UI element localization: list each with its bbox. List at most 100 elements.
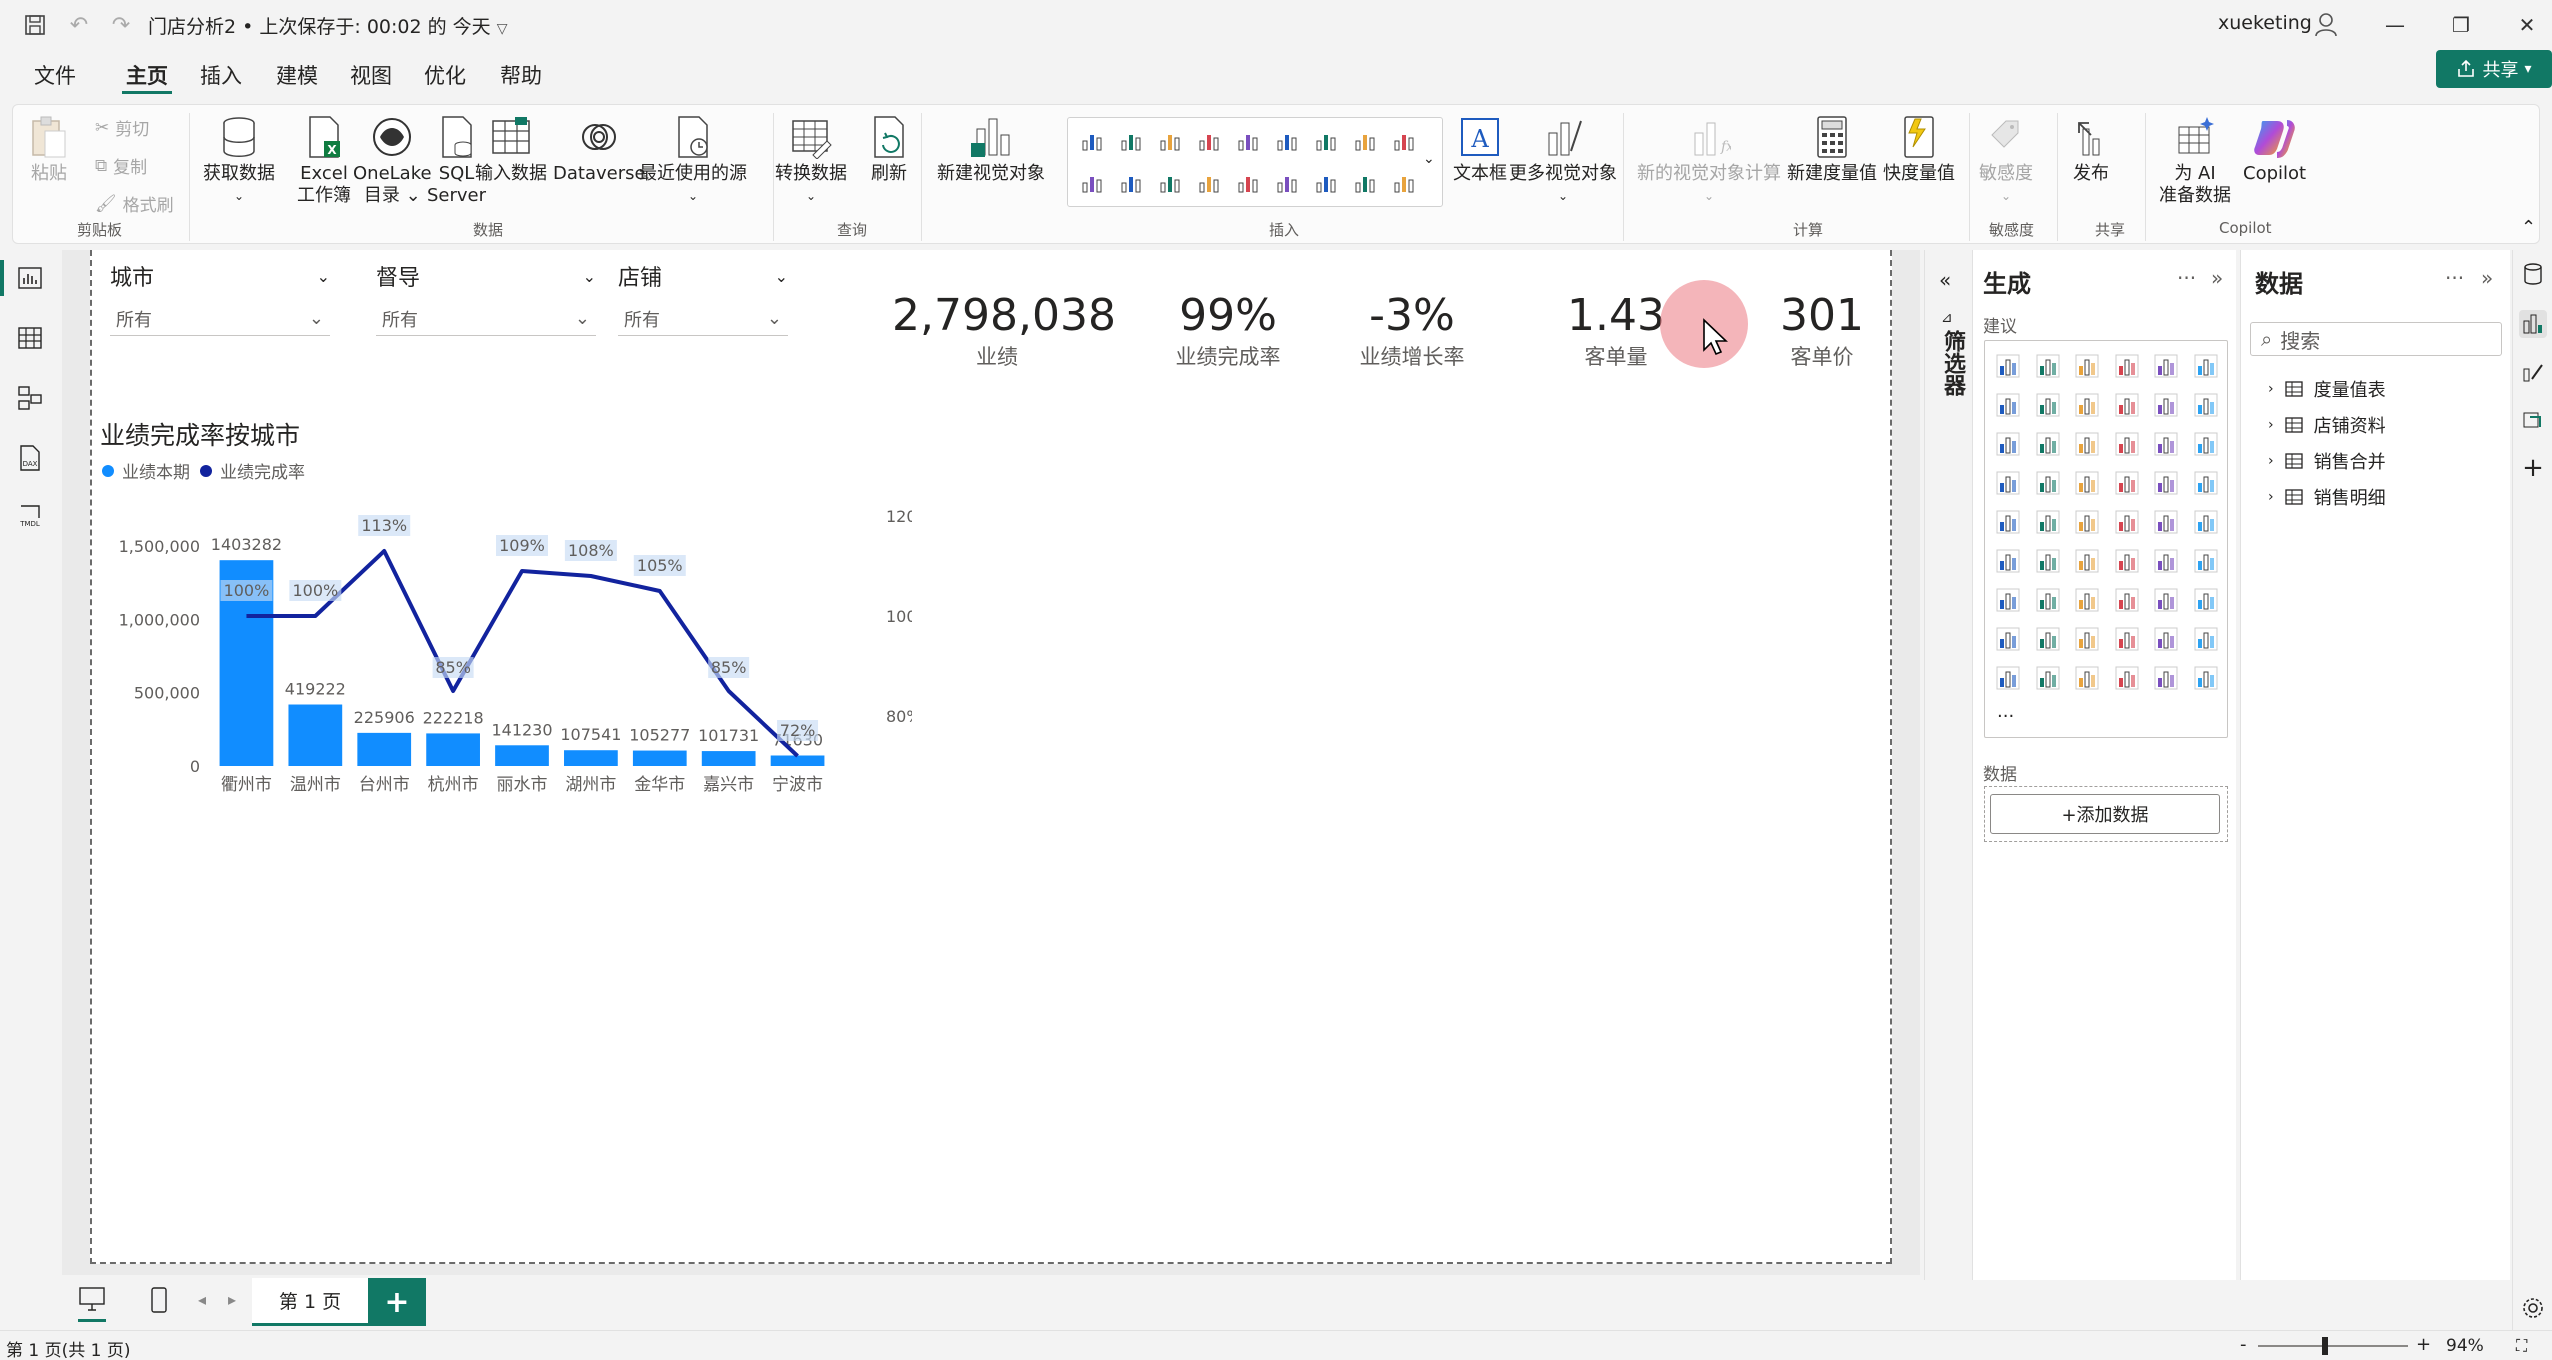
visual-type-icon[interactable] bbox=[1154, 124, 1186, 158]
visual-type-icon[interactable] bbox=[2108, 542, 2146, 580]
visual-type-icon[interactable] bbox=[2068, 542, 2106, 580]
collapse-ribbon-icon[interactable]: ⌃ bbox=[2521, 217, 2536, 238]
visual-type-icon[interactable] bbox=[1193, 124, 1225, 158]
bookmarks-toggle-icon[interactable] bbox=[2519, 406, 2547, 434]
visual-type-icon[interactable] bbox=[2147, 542, 2185, 580]
zoom-slider[interactable] bbox=[2258, 1345, 2408, 1347]
prev-page-icon[interactable]: ◂ bbox=[198, 1290, 206, 1309]
menu-view[interactable]: 视图 bbox=[346, 58, 396, 94]
visual-type-icon[interactable] bbox=[1349, 124, 1381, 158]
window-title[interactable]: 门店分析2 • 上次保存于: 00:02 的 今天 ▽ bbox=[148, 12, 507, 39]
visual-type-icon[interactable] bbox=[1271, 124, 1303, 158]
next-page-icon[interactable]: ▸ bbox=[228, 1290, 236, 1309]
menu-help[interactable]: 帮助 bbox=[496, 58, 546, 94]
visual-type-icon[interactable] bbox=[2068, 581, 2106, 619]
visual-type-icon[interactable] bbox=[2147, 503, 2185, 541]
visual-type-icon[interactable] bbox=[2187, 659, 2225, 697]
chevron-down-icon[interactable]: ⌄ bbox=[583, 267, 596, 286]
transform-data-button[interactable]: 转换数据 ⌄ bbox=[775, 113, 847, 207]
collapse-pane-icon[interactable]: » bbox=[2211, 266, 2223, 290]
visual-type-icon[interactable] bbox=[2029, 542, 2067, 580]
table-view-icon[interactable] bbox=[12, 320, 48, 356]
visual-gallery[interactable] bbox=[1067, 117, 1443, 207]
chevron-right-icon[interactable]: › bbox=[2268, 417, 2274, 433]
visual-type-icon[interactable] bbox=[2108, 581, 2146, 619]
visual-type-icon[interactable] bbox=[1989, 386, 2027, 424]
visual-type-icon[interactable] bbox=[2147, 620, 2185, 658]
add-pane-icon[interactable]: + bbox=[2519, 453, 2547, 483]
new-visual-button[interactable]: 新建视觉对象 bbox=[937, 113, 1045, 185]
recent-sources-button[interactable]: 最近使用的源 ⌄ bbox=[639, 113, 747, 207]
visual-type-icon[interactable] bbox=[1989, 425, 2027, 463]
expand-filters-icon[interactable]: « bbox=[1939, 268, 1951, 292]
visual-type-icon[interactable] bbox=[2187, 386, 2225, 424]
prep-data-ai-button[interactable]: 为 AI 准备数据 bbox=[2159, 113, 2231, 207]
report-view-icon[interactable] bbox=[12, 260, 48, 296]
more-visuals-ellipsis[interactable]: ... bbox=[1997, 701, 2014, 722]
visual-type-icon[interactable] bbox=[2108, 425, 2146, 463]
cut-button[interactable]: ✂ 剪切 bbox=[95, 115, 149, 141]
build-visual-toggle-icon[interactable] bbox=[2519, 310, 2547, 338]
filters-pane-collapsed[interactable]: « ⊿ bbox=[1924, 250, 1970, 1280]
get-data-button[interactable]: 获取数据 ⌄ bbox=[203, 113, 275, 207]
visual-type-icon[interactable] bbox=[2187, 620, 2225, 658]
visual-type-icon[interactable] bbox=[2147, 581, 2185, 619]
save-icon[interactable] bbox=[20, 10, 50, 40]
visual-type-icon[interactable] bbox=[1388, 124, 1420, 158]
visual-type-icon[interactable] bbox=[1115, 166, 1147, 200]
visual-type-icon[interactable] bbox=[2147, 347, 2185, 385]
visual-type-icon[interactable] bbox=[2187, 542, 2225, 580]
dax-query-view-icon[interactable]: DAX bbox=[12, 440, 48, 476]
kpi-card-price[interactable]: 301 客单价 bbox=[1752, 290, 1892, 371]
fit-to-page-icon[interactable]: ⛶ bbox=[2516, 1336, 2527, 1356]
visual-type-icon[interactable] bbox=[2029, 503, 2067, 541]
visual-type-icon[interactable] bbox=[2029, 659, 2067, 697]
data-search-input[interactable]: ⌕ 搜索 bbox=[2250, 322, 2502, 356]
filters-label[interactable]: 筛选器 bbox=[1936, 330, 1968, 396]
tab-page-1[interactable]: 第 1 页 bbox=[252, 1278, 368, 1326]
kpi-card-growth[interactable]: -3% 业绩增长率 bbox=[1332, 290, 1492, 371]
visual-type-icon[interactable] bbox=[1989, 620, 2027, 658]
visual-type-icon[interactable] bbox=[2068, 503, 2106, 541]
visual-type-icon[interactable] bbox=[2147, 386, 2185, 424]
visual-type-icon[interactable] bbox=[1193, 166, 1225, 200]
menu-file[interactable]: 文件 bbox=[30, 58, 80, 94]
visual-type-icon[interactable] bbox=[1154, 166, 1186, 200]
visual-type-icon[interactable] bbox=[2029, 347, 2067, 385]
visual-type-icon[interactable] bbox=[2187, 347, 2225, 385]
visual-type-icon[interactable] bbox=[1076, 166, 1108, 200]
onelake-catalog-button[interactable]: OneLake 目录 ⌄ bbox=[353, 113, 432, 207]
combo-chart[interactable]: 1,500,000 1,000,000 500,000 0 120% 100% 80% 140… bbox=[92, 486, 912, 816]
visual-type-icon[interactable] bbox=[2108, 464, 2146, 502]
collapse-pane-icon[interactable]: » bbox=[2481, 266, 2493, 290]
user-avatar-icon[interactable] bbox=[2312, 10, 2340, 43]
add-data-button[interactable]: +添加数据 bbox=[1990, 794, 2220, 834]
legend-item[interactable]: 业绩完成率 bbox=[220, 458, 305, 483]
visual-type-icon[interactable] bbox=[1115, 124, 1147, 158]
visual-type-icon[interactable] bbox=[2068, 620, 2106, 658]
chevron-down-icon[interactable]: ⌄ bbox=[317, 267, 330, 286]
copilot-button[interactable]: Copilot bbox=[2243, 113, 2306, 185]
paste-button[interactable]: 粘贴 bbox=[27, 113, 71, 185]
visual-type-icon[interactable] bbox=[2187, 464, 2225, 502]
chevron-down-icon[interactable]: ⌄ bbox=[775, 267, 788, 286]
format-visual-toggle-icon[interactable] bbox=[2519, 358, 2547, 386]
visual-type-icon[interactable] bbox=[2068, 659, 2106, 697]
data-pane-toggle-icon[interactable] bbox=[2519, 260, 2547, 288]
zoom-slider-thumb[interactable] bbox=[2322, 1337, 2328, 1355]
mobile-layout-icon[interactable] bbox=[150, 1286, 168, 1319]
legend-item[interactable]: 业绩本期 bbox=[122, 458, 190, 483]
minimize-button[interactable]: — bbox=[2372, 8, 2418, 42]
slicer-supervisor-dropdown[interactable]: 所有 ⌄ bbox=[376, 302, 596, 336]
chevron-right-icon[interactable]: › bbox=[2268, 489, 2274, 505]
new-visual-calc-button[interactable]: fx 新的视觉对象计算 ⌄ bbox=[1637, 113, 1781, 207]
chevron-right-icon[interactable]: › bbox=[2268, 381, 2274, 397]
menu-optimize[interactable]: 优化 bbox=[420, 58, 470, 94]
visual-type-icon[interactable] bbox=[2068, 347, 2106, 385]
visual-type-icon[interactable] bbox=[2147, 425, 2185, 463]
visual-type-icon[interactable] bbox=[2108, 347, 2146, 385]
enter-data-button[interactable]: 输入数据 bbox=[475, 113, 547, 185]
model-view-icon[interactable] bbox=[12, 380, 48, 416]
tmdl-view-icon[interactable]: TMDL bbox=[12, 500, 48, 536]
visual-type-icon[interactable] bbox=[2108, 386, 2146, 424]
